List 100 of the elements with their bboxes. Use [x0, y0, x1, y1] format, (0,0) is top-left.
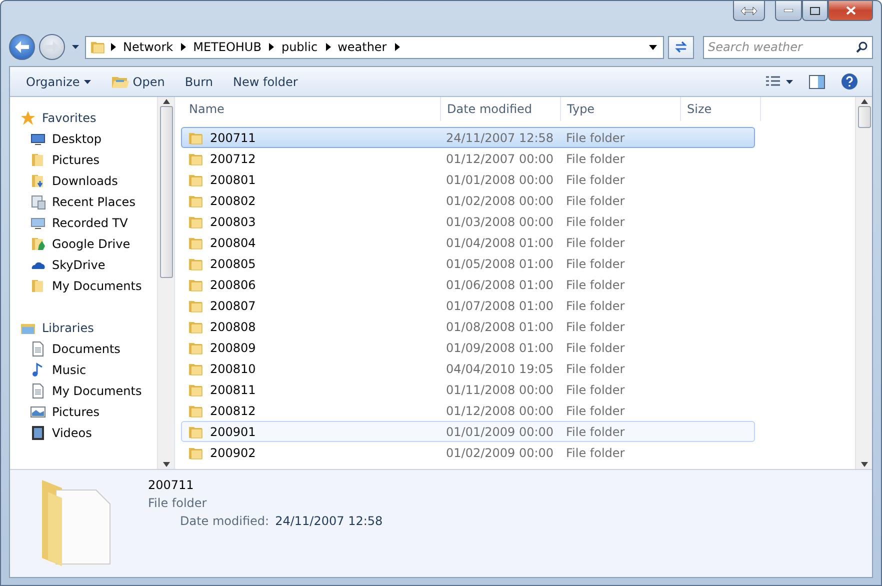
close-icon	[846, 6, 856, 15]
details-name: 200711	[148, 478, 195, 492]
scrollbar-thumb[interactable]	[160, 106, 172, 278]
type-cell-text: File folder	[565, 130, 626, 144]
type-cell-text: File folder	[565, 298, 626, 312]
file-row[interactable]: 200810 04/04/2010 19:05 File folder	[181, 358, 755, 379]
picture-icon	[30, 404, 46, 420]
scrollbar-thumb[interactable]	[858, 106, 870, 128]
address-bar[interactable]: Network METEOHUB public weather	[85, 36, 664, 58]
sidebar-item[interactable]: Documents	[20, 338, 157, 359]
column-header[interactable]: Date modified	[441, 97, 561, 121]
file-row[interactable]: 200712 01/12/2007 00:00 File folder	[181, 148, 755, 169]
download-folder-icon	[30, 172, 46, 188]
sidebar-item[interactable]: Videos	[20, 422, 157, 443]
file-row[interactable]: 200805 01/05/2008 01:00 File folder	[181, 253, 755, 274]
type-cell-text: File folder	[565, 320, 626, 334]
caret-icon	[786, 80, 793, 84]
column-header[interactable]: Type	[561, 97, 681, 121]
refresh-button[interactable]	[668, 36, 694, 58]
document-icon	[30, 382, 46, 398]
file-row[interactable]: 200812 01/12/2008 00:00 File folder	[181, 400, 755, 421]
type-cell-text: File folder	[565, 446, 626, 460]
sidebar-group[interactable]: Libraries	[20, 317, 157, 338]
date-cell-text: 01/02/2009 00:00	[445, 446, 555, 460]
chevron-icon	[108, 42, 118, 52]
toolbar-button[interactable]: Open	[102, 70, 173, 94]
minimize-button[interactable]	[775, 1, 802, 21]
sidebar-item[interactable]: Downloads	[20, 170, 157, 191]
file-row[interactable]: 200901 01/01/2009 00:00 File folder	[181, 421, 755, 442]
type-cell-text: File folder	[565, 278, 626, 292]
sidebar-item[interactable]: My Documents	[20, 380, 157, 401]
file-row[interactable]: 200902 01/02/2009 00:00 File folder	[181, 442, 755, 463]
back-button[interactable]	[9, 34, 35, 60]
file-name: 200812	[210, 404, 256, 418]
toolbar-button[interactable]: New folder	[225, 70, 306, 94]
column-header[interactable]: Size	[681, 97, 761, 121]
sidebar-item[interactable]: Recorded TV	[20, 212, 157, 233]
caret-icon	[72, 45, 78, 49]
file-row[interactable]: 200803 01/03/2008 00:00 File folder	[181, 211, 755, 232]
date-cell-text: 01/07/2008 01:00	[445, 298, 555, 312]
refresh-icon	[674, 41, 688, 53]
date-cell-text: 04/04/2010 19:05	[445, 362, 555, 376]
sidebar-item[interactable]: Desktop	[20, 128, 157, 149]
file-row[interactable]: 200801 01/01/2008 00:00 File folder	[181, 169, 755, 190]
help-icon	[841, 73, 858, 90]
folder-icon	[30, 152, 46, 168]
file-name: 200712	[210, 152, 256, 166]
column-header[interactable]: Name	[183, 97, 441, 121]
date-cell-text: 01/12/2008 00:00	[445, 404, 555, 418]
caret-icon	[649, 44, 657, 50]
pane-icon	[809, 74, 825, 88]
sidebar-item[interactable]: Pictures	[20, 401, 157, 422]
sidebar-item[interactable]: Pictures	[20, 149, 157, 170]
large-folder-icon	[40, 478, 112, 568]
sidebar-item[interactable]: Recent Places	[20, 191, 157, 212]
sidebar-item[interactable]: SkyDrive	[20, 254, 157, 275]
file-row[interactable]: 200808 01/08/2008 01:00 File folder	[181, 316, 755, 337]
double-arrow-icon	[741, 6, 757, 14]
type-cell-text: File folder	[565, 194, 626, 208]
details-label: Date modified:	[180, 514, 270, 528]
sidebar-item[interactable]: Music	[20, 359, 157, 380]
close-button[interactable]	[828, 1, 873, 21]
sidebar-item[interactable]: My Documents	[20, 275, 157, 296]
sidebar-item[interactable]: Google Drive	[20, 233, 157, 254]
file-row[interactable]: 200711 24/11/2007 12:58 File folder	[181, 127, 755, 148]
up-arrow-icon	[162, 99, 170, 104]
search-field[interactable]: Search weather	[703, 36, 873, 58]
breadcrumb[interactable]: weather	[334, 37, 390, 57]
up-arrow-icon	[860, 99, 868, 104]
date-cell-text: 01/08/2008 01:00	[445, 320, 555, 334]
file-name: 200711	[210, 130, 256, 144]
toolbar-button[interactable]: Burn	[176, 70, 221, 94]
file-name: 200803	[210, 214, 256, 228]
file-row[interactable]: 200802 01/02/2008 00:00 File folder	[181, 190, 755, 211]
file-name: 200801	[210, 172, 256, 186]
maximize-button[interactable]	[802, 1, 828, 21]
file-name: 200902	[210, 446, 256, 460]
folder-icon	[30, 278, 46, 294]
details-type: File folder	[148, 496, 208, 510]
breadcrumb[interactable]: public	[278, 37, 321, 57]
sidebar-group[interactable]: Favorites	[20, 107, 157, 128]
breadcrumb[interactable]: Network	[120, 37, 176, 57]
scrollbar[interactable]	[855, 97, 872, 469]
snap-button[interactable]	[733, 1, 765, 21]
file-row[interactable]: 200806 01/06/2008 01:00 File folder	[181, 274, 755, 295]
file-row[interactable]: 200807 01/07/2008 01:00 File folder	[181, 295, 755, 316]
file-row[interactable]: 200804 01/04/2008 01:00 File folder	[181, 232, 755, 253]
file-row[interactable]: 200809 01/09/2008 01:00 File folder	[181, 337, 755, 358]
forward-button[interactable]	[39, 34, 65, 60]
type-cell-text: File folder	[565, 172, 626, 186]
file-row[interactable]: 200811 01/11/2008 00:00 File folder	[181, 379, 755, 400]
scrollbar[interactable]	[157, 97, 174, 469]
maximize-icon	[810, 6, 820, 14]
list-view-icon	[766, 76, 780, 87]
breadcrumb[interactable]: METEOHUB	[190, 37, 264, 57]
document-icon	[30, 340, 46, 356]
date-cell-text: 01/09/2008 01:00	[445, 340, 555, 354]
chevron-icon	[266, 42, 276, 52]
organize-menu-button[interactable]: Organize	[18, 70, 99, 94]
date-cell-text: 01/05/2008 01:00	[445, 256, 555, 270]
